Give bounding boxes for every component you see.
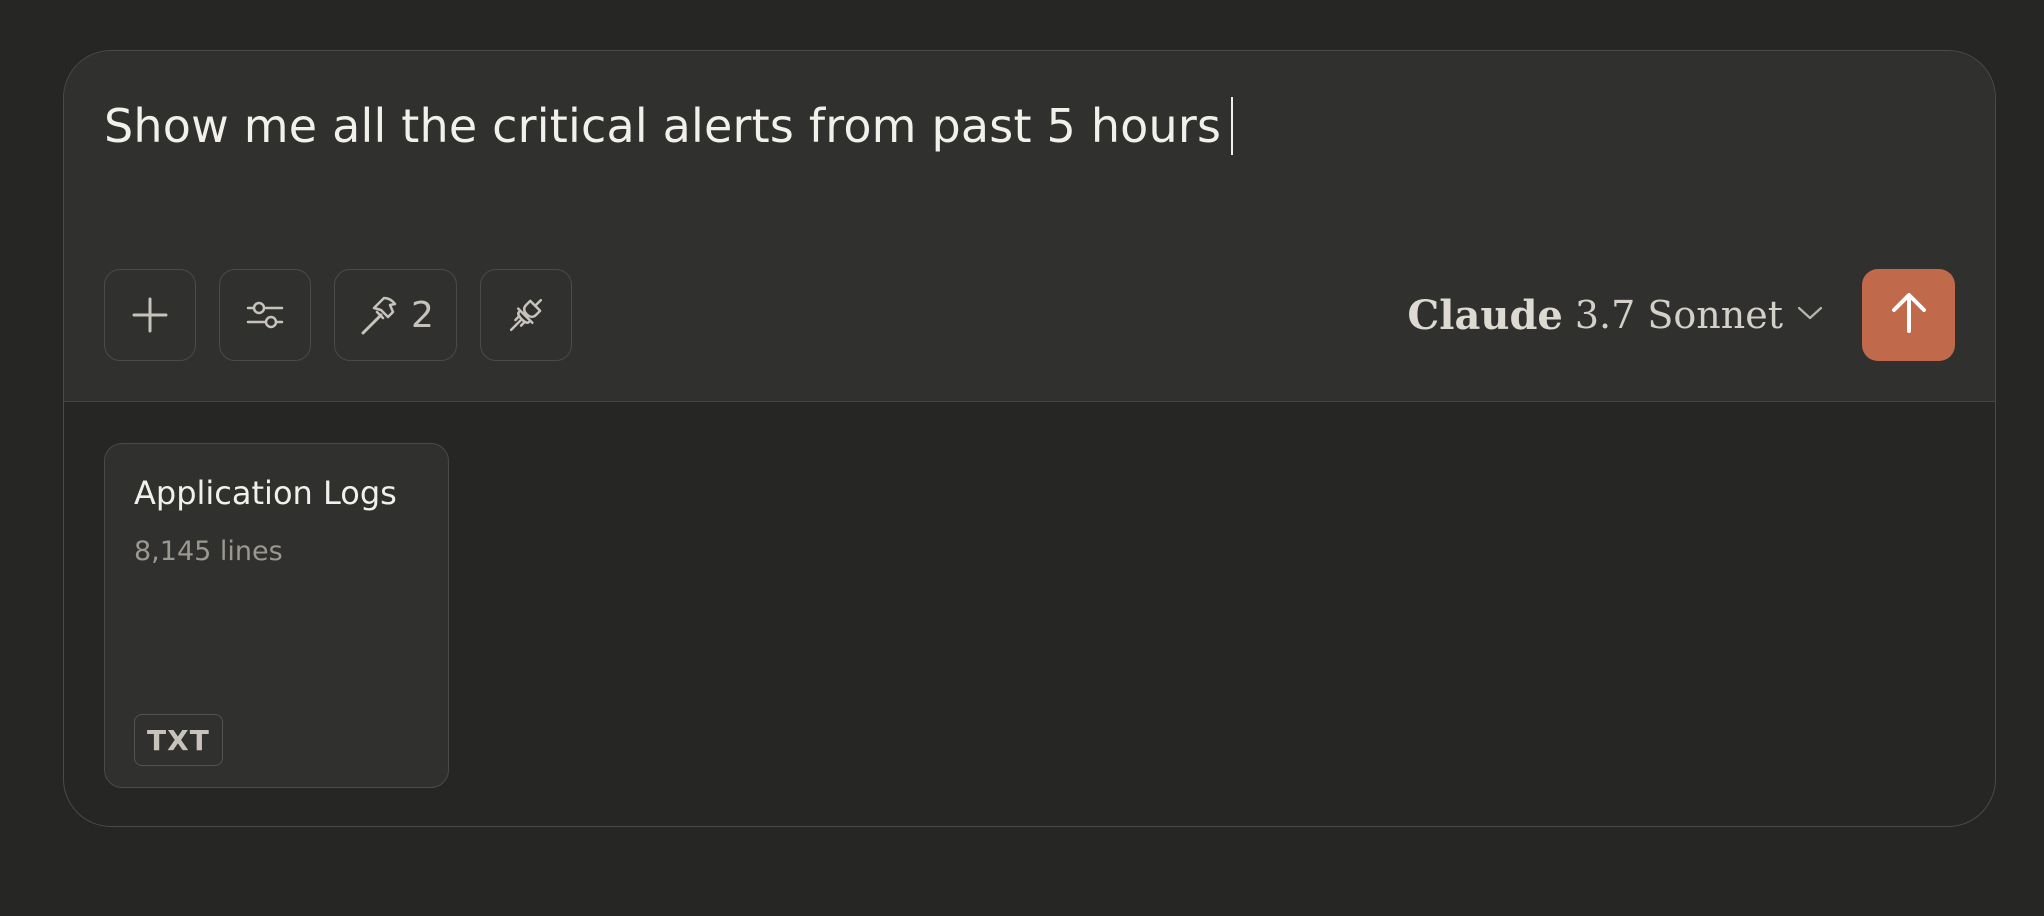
tools-button[interactable]: 2 xyxy=(334,269,457,361)
file-type-badge: TXT xyxy=(134,714,223,766)
plug-icon xyxy=(504,293,548,337)
model-version: 3.7 Sonnet xyxy=(1574,293,1783,337)
prompt-text[interactable]: Show me all the critical alerts from pas… xyxy=(104,99,1221,153)
input-area[interactable]: Show me all the critical alerts from pas… xyxy=(64,51,1995,402)
attachment-card[interactable]: Application Logs 8,145 lines TXT xyxy=(104,443,449,788)
send-button[interactable] xyxy=(1862,269,1955,361)
prompt-input[interactable]: Show me all the critical alerts from pas… xyxy=(104,97,1234,155)
attachment-line-count: 8,145 lines xyxy=(134,536,283,567)
attachment-title: Application Logs xyxy=(134,474,397,512)
text-caret xyxy=(1231,97,1234,155)
chat-composer: Show me all the critical alerts from pas… xyxy=(63,50,1996,827)
model-name: Claude xyxy=(1407,291,1563,339)
chevron-down-icon xyxy=(1797,305,1823,325)
add-attachment-button[interactable] xyxy=(104,269,196,361)
tools-count: 2 xyxy=(411,294,434,336)
plus-icon xyxy=(131,296,169,334)
sliders-icon xyxy=(245,297,285,333)
arrow-up-icon xyxy=(1889,291,1929,339)
integrations-button[interactable] xyxy=(480,269,572,361)
settings-button[interactable] xyxy=(219,269,311,361)
hammer-icon xyxy=(357,293,401,337)
model-selector[interactable]: Claude 3.7 Sonnet xyxy=(1407,287,1823,343)
